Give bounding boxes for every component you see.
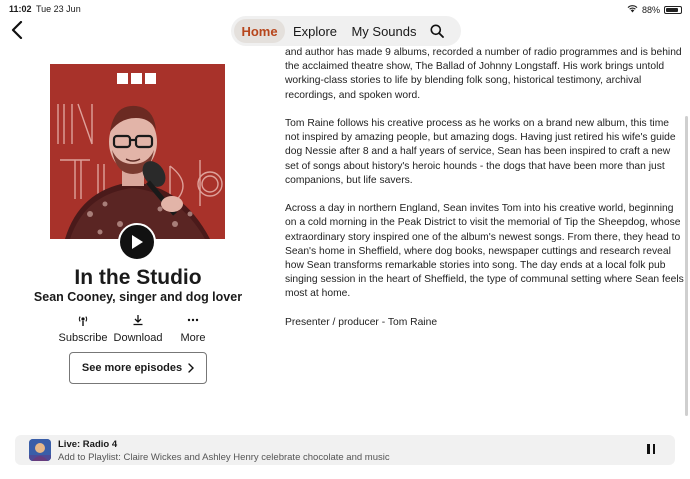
radio-4-thumbnail [29, 439, 51, 461]
show-title: In the Studio [74, 266, 202, 289]
podcast-artwork [50, 64, 225, 239]
wifi-icon [627, 4, 638, 15]
show-subtitle: Sean Cooney, singer and dog lover [33, 290, 243, 304]
more-button[interactable]: More [176, 312, 210, 344]
tab-my-sounds[interactable]: My Sounds [345, 19, 423, 43]
pause-icon [647, 444, 650, 454]
download-icon [132, 312, 144, 328]
tab-home[interactable]: Home [234, 19, 285, 43]
more-label: More [180, 332, 206, 344]
artwork-illustration [50, 64, 225, 239]
subscribe-button[interactable]: Subscribe [58, 312, 108, 344]
more-dots-icon [187, 312, 199, 328]
tab-explore[interactable]: Explore [285, 19, 345, 43]
description-paragraph: Across a day in northern England, Sean i… [285, 203, 684, 300]
battery-percent: 88% [641, 4, 660, 15]
presenter-credit: Presenter / producer - Tom Raine [285, 316, 438, 328]
status-indicators: 88% [627, 4, 682, 15]
pause-button[interactable] [647, 444, 657, 456]
top-nav: Home Explore My Sounds [231, 16, 461, 46]
player-title: Live: Radio 4 [58, 439, 118, 450]
description-paragraph: Tom Raine follows his creative process a… [285, 118, 676, 186]
back-button[interactable] [4, 15, 30, 45]
description-paragraph: and author has made 9 albums, recorded a… [285, 47, 682, 101]
chevron-left-icon [11, 21, 23, 39]
player-subtitle: Add to Playlist: Claire Wickes and Ashle… [58, 452, 390, 463]
subscribe-label: Subscribe [58, 332, 108, 344]
see-more-episodes-button[interactable]: See more episodes [69, 352, 207, 384]
status-date: Tue 23 Jun [36, 4, 81, 14]
search-button[interactable] [423, 19, 451, 43]
play-icon [132, 235, 143, 249]
play-button[interactable] [118, 223, 156, 261]
download-label: Download [113, 332, 163, 344]
scroll-indicator[interactable] [685, 116, 688, 416]
episode-description: and author has made 9 albums, recorded a… [285, 46, 685, 344]
see-more-episodes-label: See more episodes [81, 362, 183, 374]
download-button[interactable]: Download [112, 312, 164, 344]
status-time: 11:02 [9, 4, 32, 14]
chevron-right-icon [188, 363, 195, 373]
search-icon [430, 24, 444, 38]
battery-icon [664, 5, 682, 14]
mini-player[interactable]: Live: Radio 4 Add to Playlist: Claire Wi… [15, 435, 675, 465]
subscribe-icon [78, 312, 88, 328]
